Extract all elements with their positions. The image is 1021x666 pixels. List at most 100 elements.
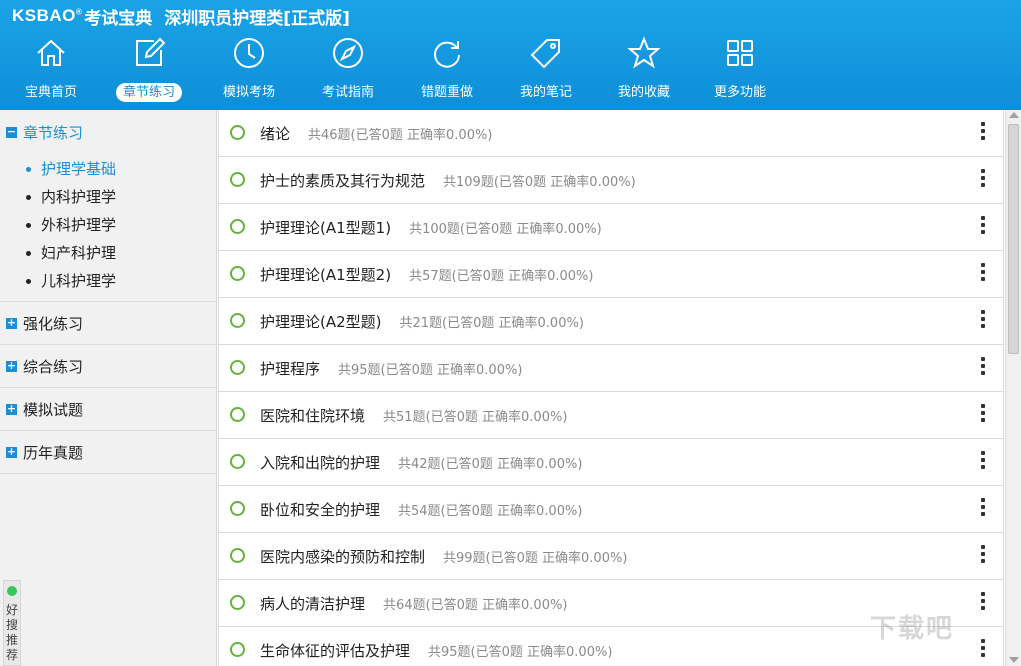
app-title: 深圳职员护理类[正式版] xyxy=(164,8,350,29)
sidebar-section-4[interactable]: + 模拟试题 xyxy=(0,388,216,431)
status-dot-icon xyxy=(7,586,17,596)
status-circle-icon xyxy=(230,219,245,234)
sidebar-section-label: 章节练习 xyxy=(23,124,84,142)
chapter-row[interactable]: 护理理论(A2型题) 共21题(已答0题 正确率0.00%) xyxy=(218,298,1004,345)
chapter-name: 生命体征的评估及护理 xyxy=(260,642,411,660)
chapter-stats: 共99题(已答0题 正确率0.00%) xyxy=(443,551,628,566)
nav-item-1[interactable]: 宝典首页 xyxy=(5,34,97,104)
more-options-icon[interactable] xyxy=(981,169,985,187)
chapter-stats: 共109题(已答0题 正确率0.00%) xyxy=(443,175,636,190)
status-circle-icon xyxy=(230,125,245,140)
nav-item-5[interactable]: 错题重做 xyxy=(401,34,493,104)
clock-icon xyxy=(232,36,266,70)
sidebar-subitem[interactable]: 外科护理学 xyxy=(0,211,216,239)
status-circle-icon xyxy=(230,548,245,563)
nav-item-8[interactable]: 更多功能 xyxy=(694,34,786,104)
expand-icon[interactable]: + xyxy=(6,317,17,329)
nav-item-4[interactable]: 考试指南 xyxy=(302,34,394,104)
more-options-icon[interactable] xyxy=(981,216,985,234)
chapter-row[interactable]: 医院内感染的预防和控制 共99题(已答0题 正确率0.00%) xyxy=(218,533,1004,580)
sidebar-subitem[interactable]: 妇产科护理 xyxy=(0,239,216,267)
chapter-name: 护理程序 xyxy=(260,360,321,378)
chapter-name: 护理理论(A1型题2) xyxy=(260,266,392,284)
more-options-icon[interactable] xyxy=(981,263,985,281)
sidebar-section-2[interactable]: + 强化练习 xyxy=(0,302,216,345)
chapter-row[interactable]: 入院和出院的护理 共42题(已答0题 正确率0.00%) xyxy=(218,439,1004,486)
brand-name: 考试宝典 xyxy=(84,8,153,29)
chapter-stats: 共21题(已答0题 正确率0.00%) xyxy=(399,316,584,331)
more-options-icon[interactable] xyxy=(981,404,985,422)
more-options-icon[interactable] xyxy=(981,357,985,375)
more-options-icon[interactable] xyxy=(981,310,985,328)
expand-icon[interactable]: + xyxy=(6,403,17,415)
status-circle-icon xyxy=(230,501,245,516)
scrollbar[interactable] xyxy=(1005,110,1021,666)
tag-icon xyxy=(529,36,563,70)
chapter-row[interactable]: 绪论 共46题(已答0题 正确率0.00%) xyxy=(218,110,1004,157)
chapter-stats: 共54题(已答0题 正确率0.00%) xyxy=(398,504,583,519)
chapter-row[interactable]: 护士的素质及其行为规范 共109题(已答0题 正确率0.00%) xyxy=(218,157,1004,204)
sidebar-subitem[interactable]: 护理学基础 xyxy=(0,155,216,183)
top-header: KSBAO® 考试宝典 深圳职员护理类[正式版] 宝典首页 章节练习 模拟考场 考试指… xyxy=(0,0,1021,110)
scroll-thumb[interactable] xyxy=(1008,124,1019,354)
ksbao-logo: KSBAO® xyxy=(12,6,83,25)
chapter-name: 入院和出院的护理 xyxy=(260,454,381,472)
home-icon xyxy=(34,36,68,70)
chapter-stats: 共64题(已答0题 正确率0.00%) xyxy=(383,598,568,613)
more-options-icon[interactable] xyxy=(981,451,985,469)
sidebar-section-label: 强化练习 xyxy=(23,314,84,333)
chapter-name: 绪论 xyxy=(260,125,291,143)
chapter-stats: 共57题(已答0题 正确率0.00%) xyxy=(409,269,594,284)
nav-item-2[interactable]: 章节练习 xyxy=(103,34,195,104)
chapter-name: 护士的素质及其行为规范 xyxy=(260,172,426,190)
status-circle-icon xyxy=(230,642,245,657)
collapse-icon[interactable]: − xyxy=(6,126,17,138)
nav-label: 我的笔记 xyxy=(519,85,572,100)
nav-label: 模拟考场 xyxy=(222,85,275,100)
more-options-icon[interactable] xyxy=(981,639,985,657)
more-options-icon[interactable] xyxy=(981,545,985,563)
chapter-row[interactable]: 护理程序 共95题(已答0题 正确率0.00%) xyxy=(218,345,1004,392)
expand-icon[interactable]: + xyxy=(6,360,17,372)
sidebar-section-label: 综合练习 xyxy=(23,357,84,376)
chapter-name: 护理理论(A1型题1) xyxy=(260,219,392,237)
nav-item-7[interactable]: 我的收藏 xyxy=(598,34,690,104)
sidebar-section-label: 模拟试题 xyxy=(23,400,84,419)
nav-item-3[interactable]: 模拟考场 xyxy=(203,34,295,104)
refresh-icon xyxy=(430,36,464,70)
grid-icon xyxy=(723,36,757,70)
nav-item-6[interactable]: 我的笔记 xyxy=(500,34,592,104)
status-circle-icon xyxy=(230,407,245,422)
chapter-list: 绪论 共46题(已答0题 正确率0.00%) 护士的素质及其行为规范 共109题(已答… xyxy=(218,110,1005,666)
recommend-widget[interactable]: 好搜推荐 xyxy=(3,580,21,666)
chapter-row[interactable]: 卧位和安全的护理 共54题(已答0题 正确率0.00%) xyxy=(218,486,1004,533)
status-circle-icon xyxy=(230,313,245,328)
compass-icon xyxy=(331,36,365,70)
status-circle-icon xyxy=(230,172,245,187)
sidebar-subitem[interactable]: 内科护理学 xyxy=(0,183,216,211)
app-window: KSBAO® 考试宝典 深圳职员护理类[正式版] 宝典首页 章节练习 模拟考场 考试指… xyxy=(0,0,1021,666)
chapter-stats: 共95题(已答0题 正确率0.00%) xyxy=(428,645,613,660)
status-circle-icon xyxy=(230,266,245,281)
more-options-icon[interactable] xyxy=(981,592,985,610)
sidebar-section-3[interactable]: + 综合练习 xyxy=(0,345,216,388)
more-options-icon[interactable] xyxy=(981,498,985,516)
expand-icon[interactable]: + xyxy=(6,446,17,458)
nav-label: 错题重做 xyxy=(420,85,473,100)
chapter-stats: 共100题(已答0题 正确率0.00%) xyxy=(409,222,602,237)
scroll-up-arrow-icon[interactable] xyxy=(1009,112,1019,118)
sidebar-section-1[interactable]: − 章节练习 xyxy=(0,110,216,155)
sidebar-section-5[interactable]: + 历年真题 xyxy=(0,431,216,474)
chapter-row[interactable]: 护理理论(A1型题2) 共57题(已答0题 正确率0.00%) xyxy=(218,251,1004,298)
sidebar: − 章节练习 护理学基础 内科护理学 外科护理学 妇产科护理 儿科护理学 + 强化练习 + 综合练习… xyxy=(0,110,217,666)
chapter-name: 医院和住院环境 xyxy=(260,407,366,425)
chapter-row[interactable]: 护理理论(A1型题1) 共100题(已答0题 正确率0.00%) xyxy=(218,204,1004,251)
chapter-stats: 共51题(已答0题 正确率0.00%) xyxy=(383,410,568,425)
sidebar-sublist: 护理学基础 内科护理学 外科护理学 妇产科护理 儿科护理学 xyxy=(0,155,216,302)
sidebar-subitem[interactable]: 儿科护理学 xyxy=(0,267,216,295)
more-options-icon[interactable] xyxy=(981,122,985,140)
chapter-name: 卧位和安全的护理 xyxy=(260,501,381,519)
chapter-row[interactable]: 医院和住院环境 共51题(已答0题 正确率0.00%) xyxy=(218,392,1004,439)
scroll-down-arrow-icon[interactable] xyxy=(1009,657,1019,663)
title-bar: KSBAO® 考试宝典 深圳职员护理类[正式版] xyxy=(12,5,350,29)
